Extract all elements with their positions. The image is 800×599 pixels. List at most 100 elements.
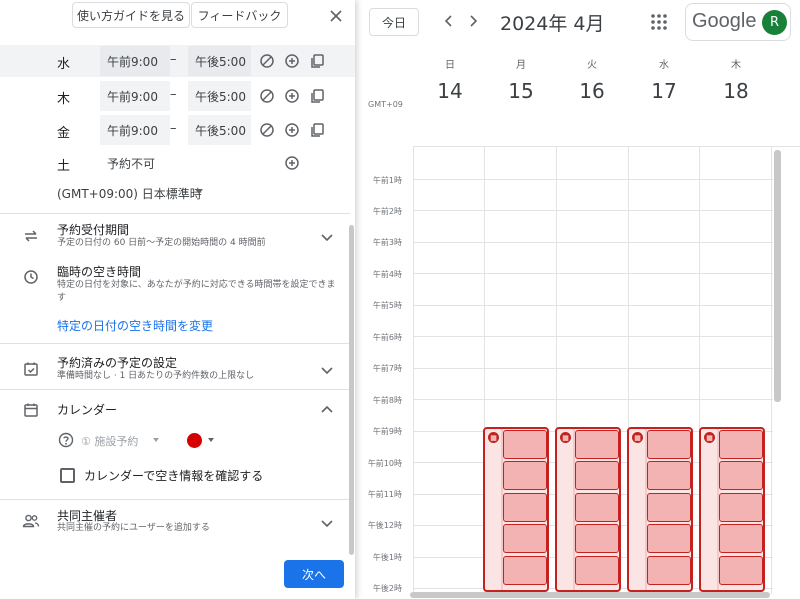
divider — [0, 499, 350, 500]
start-time-field[interactable]: 午前9:00 — [100, 81, 170, 111]
help-icon[interactable] — [58, 432, 74, 448]
chevron-down-icon[interactable] — [320, 229, 334, 243]
appointment-slot[interactable] — [503, 524, 547, 553]
next-button[interactable]: 次へ — [284, 560, 344, 588]
appointment-slot[interactable] — [647, 493, 691, 522]
appointment-slot[interactable] — [719, 430, 763, 459]
feedback-button[interactable]: フィードバック — [191, 2, 288, 28]
appointment-slot[interactable] — [503, 556, 547, 585]
chevron-down-icon[interactable] — [320, 362, 334, 376]
unavailable-text: 予約不可 — [107, 157, 156, 171]
unavailable-icon[interactable] — [258, 52, 276, 70]
appointment-slot[interactable] — [719, 493, 763, 522]
panel-scrollbar[interactable] — [349, 225, 354, 555]
add-circle-icon[interactable] — [283, 52, 301, 70]
appointment-slot[interactable] — [575, 493, 619, 522]
check-availability-checkbox[interactable] — [60, 468, 75, 483]
schedule-row-fri: 金 午前9:00 – 午後5:00 — [0, 114, 355, 146]
calendar-color-swatch[interactable] — [187, 433, 202, 448]
add-circle-icon[interactable] — [283, 154, 301, 172]
adjusted-availability-title: 臨時の空き時間 — [57, 265, 142, 279]
chevron-left-icon[interactable] — [438, 10, 460, 32]
timezone-select[interactable]: (GMT+09:00) 日本標準時 — [57, 185, 202, 202]
unavailable-icon[interactable] — [258, 121, 276, 139]
copy-icon[interactable] — [308, 87, 326, 105]
day-of-week: 月 — [516, 60, 526, 71]
start-time-field[interactable]: 午前9:00 — [100, 115, 170, 145]
change-date-availability-link[interactable]: 特定の日付の空き時間を変更 — [57, 317, 213, 334]
copy-icon[interactable] — [308, 52, 326, 70]
booking-window-title[interactable]: 予約受付期間 — [57, 221, 129, 238]
appointment-slot[interactable] — [575, 430, 619, 459]
history-clock-icon — [22, 268, 40, 286]
today-button[interactable]: 今日 — [369, 8, 419, 36]
chevron-up-icon[interactable] — [320, 402, 334, 416]
apps-grid-icon[interactable] — [649, 12, 669, 32]
check-availability-label: カレンダーで空き情報を確認する — [84, 469, 264, 483]
close-icon[interactable] — [326, 6, 346, 26]
calendar-toolbar: 今日 2024年 4月 Google R — [355, 0, 800, 48]
vertical-scrollbar[interactable] — [774, 150, 781, 402]
schedule-row-wed: 水 午前9:00 – 午後5:00 — [0, 45, 355, 77]
divider — [0, 213, 350, 214]
grid-line — [413, 242, 773, 243]
copy-icon[interactable] — [308, 121, 326, 139]
add-circle-icon[interactable] — [283, 87, 301, 105]
appointment-slot[interactable] — [719, 524, 763, 553]
chevron-down-icon[interactable] — [320, 515, 334, 529]
day-column-header[interactable]: 水 17 — [629, 56, 699, 103]
day-label: 水 — [57, 57, 71, 72]
horizontal-scrollbar[interactable] — [410, 592, 770, 598]
day-of-week: 木 — [731, 60, 741, 71]
add-circle-icon[interactable] — [283, 121, 301, 139]
booked-settings-title[interactable]: 予約済みの予定の設定 — [57, 354, 177, 371]
caret-down-icon[interactable] — [195, 189, 203, 194]
appointment-slot[interactable] — [503, 461, 547, 490]
calendar-section-title[interactable]: カレンダー — [57, 401, 117, 418]
end-time-field[interactable]: 午後5:00 — [188, 115, 251, 145]
appointment-block[interactable]: ▦ — [483, 427, 549, 592]
day-column-header[interactable]: 月 15 — [486, 56, 556, 103]
day-label: 土 — [57, 159, 71, 174]
appointment-slot[interactable] — [575, 524, 619, 553]
people-icon — [22, 512, 40, 530]
day-column-header[interactable]: 木 18 — [701, 56, 771, 103]
caret-down-icon[interactable] — [208, 438, 214, 442]
caret-down-icon[interactable] — [153, 438, 159, 442]
appointment-slot[interactable] — [503, 493, 547, 522]
appointment-grid-icon: ▦ — [632, 432, 643, 443]
hour-label: 午前8時 — [372, 396, 402, 405]
appointment-slot[interactable] — [647, 430, 691, 459]
appointment-slot[interactable] — [719, 556, 763, 585]
grid-line — [413, 399, 773, 400]
divider — [0, 389, 350, 390]
end-time-field[interactable]: 午後5:00 — [188, 46, 251, 76]
unavailable-icon[interactable] — [258, 87, 276, 105]
co-hosts-subtitle: 共同主催の予約にユーザーを追加する — [57, 523, 210, 533]
adjusted-availability-subtitle: 特定の日付を対象に、あなたが予約に対応できる時間帯を設定できます — [57, 280, 336, 303]
day-column-header[interactable]: 火 16 — [557, 56, 627, 103]
account-switcher[interactable]: Google R — [685, 3, 791, 41]
hour-label: 午前9時 — [372, 427, 402, 436]
chevron-right-icon[interactable] — [462, 10, 484, 32]
appointment-slot[interactable] — [647, 556, 691, 585]
appointment-slot[interactable] — [503, 430, 547, 459]
appointment-slot[interactable] — [647, 461, 691, 490]
appointment-slot[interactable] — [647, 524, 691, 553]
appointment-slot[interactable] — [575, 461, 619, 490]
hour-label: 午後1時 — [372, 553, 402, 562]
calendar-select[interactable]: ① 施設予約 — [81, 433, 138, 449]
guide-button[interactable]: 使い方ガイドを見る — [72, 2, 190, 28]
appointment-slot[interactable] — [719, 461, 763, 490]
appointment-block[interactable]: ▦ — [699, 427, 765, 592]
avatar[interactable]: R — [762, 10, 787, 35]
appointment-block[interactable]: ▦ — [555, 427, 621, 592]
appointment-block[interactable]: ▦ — [627, 427, 693, 592]
schedule-row-thu: 木 午前9:00 – 午後5:00 — [0, 80, 355, 112]
day-column-header[interactable]: 日 14 — [415, 56, 485, 103]
day-number: 15 — [508, 79, 534, 103]
end-time-field[interactable]: 午後5:00 — [188, 81, 251, 111]
hour-label: 午前11時 — [367, 490, 402, 499]
start-time-field[interactable]: 午前9:00 — [100, 46, 170, 76]
appointment-slot[interactable] — [575, 556, 619, 585]
